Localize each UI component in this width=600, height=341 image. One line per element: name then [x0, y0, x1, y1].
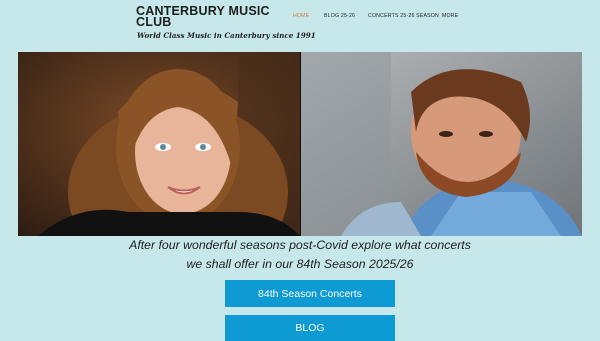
intro-line-1: After four wonderful seasons post-Covid …: [129, 238, 471, 252]
nav-item-home[interactable]: HOME: [293, 13, 309, 19]
intro-text: After four wonderful seasons post-Covid …: [0, 236, 600, 274]
site-header: CANTERBURY MUSIC CLUB World Class Music …: [0, 0, 600, 52]
blog-button[interactable]: BLOG: [225, 315, 395, 341]
site-title[interactable]: CANTERBURY MUSIC CLUB: [136, 5, 276, 29]
intro-line-2: we shall offer in our 84th Season 2025/2…: [186, 257, 414, 271]
nav-item-blog[interactable]: BLOG 25-26: [324, 13, 355, 19]
hero-gallery: [18, 52, 582, 236]
season-concerts-button[interactable]: 84th Season Concerts: [225, 280, 395, 307]
site-tagline: World Class Music in Canterbury since 19…: [137, 31, 316, 40]
nav-item-more[interactable]: MORE: [442, 13, 458, 19]
nav-item-concerts[interactable]: CONCERTS 25-26 SEASON: [368, 13, 439, 19]
portrait-photo-woman: [18, 52, 300, 236]
portrait-photo-man: [301, 52, 582, 236]
